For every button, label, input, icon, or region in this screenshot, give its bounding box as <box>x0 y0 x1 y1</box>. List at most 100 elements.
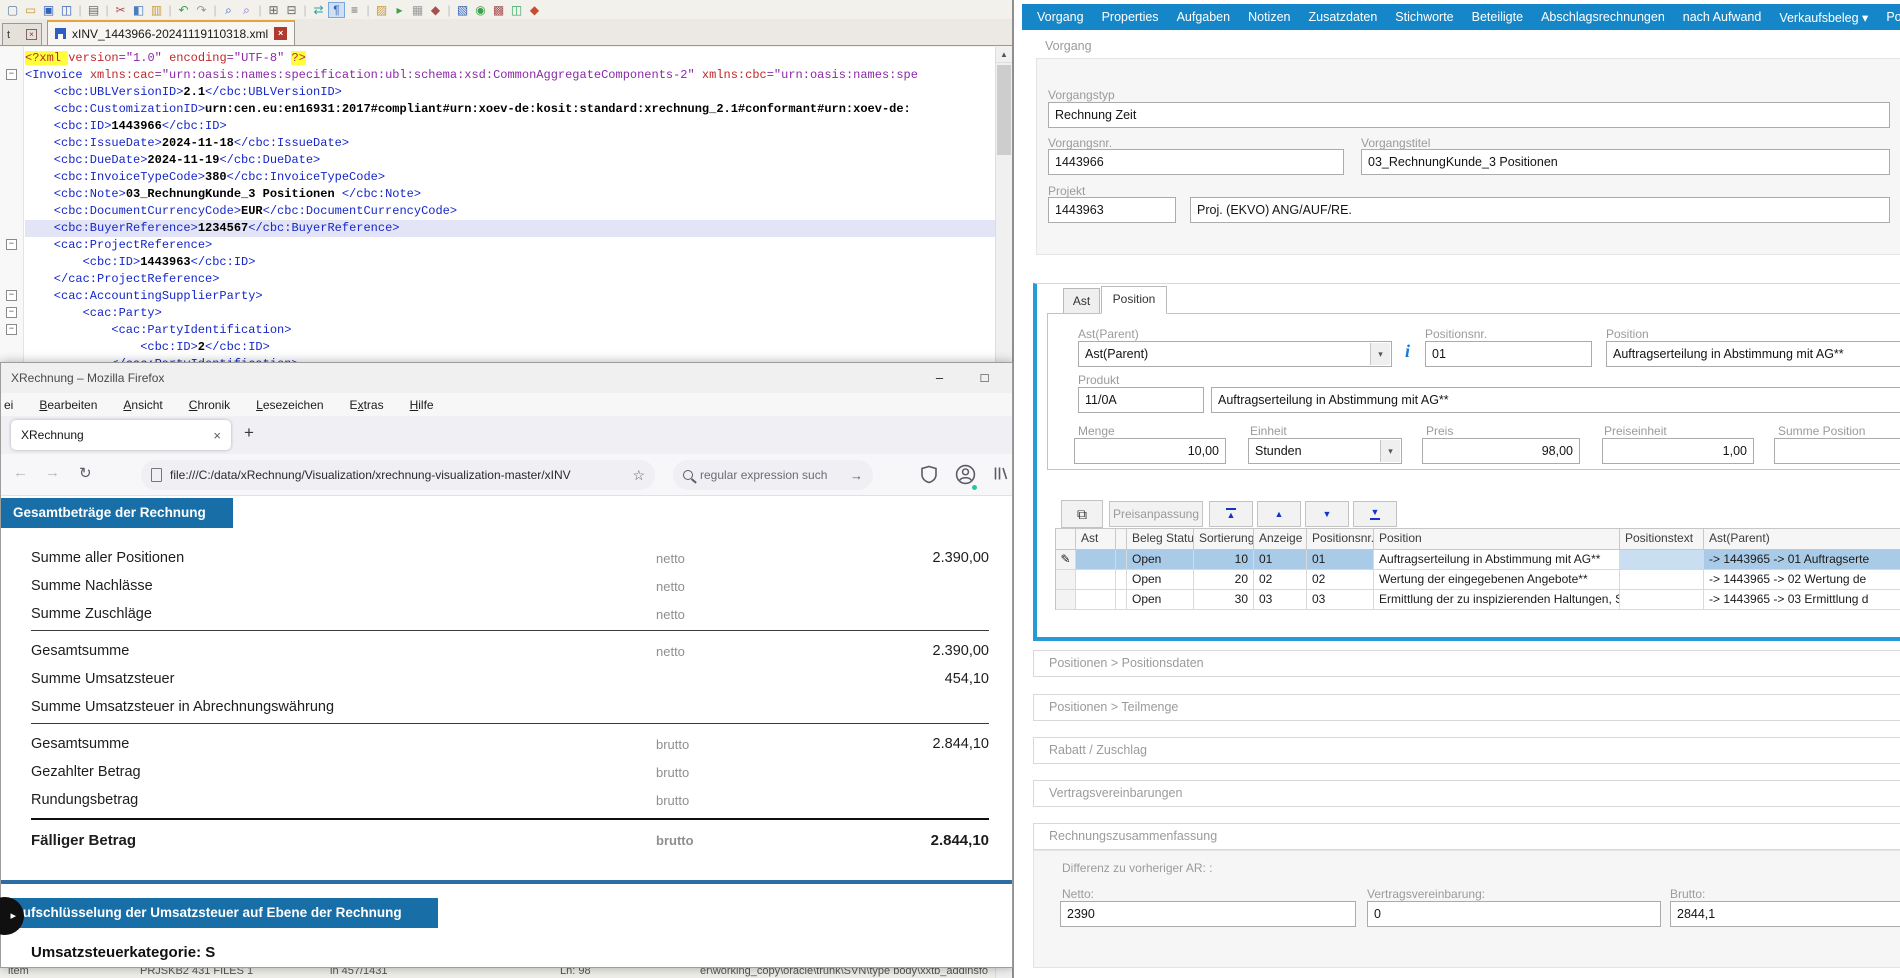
toolbar-icon[interactable]: ⌕ <box>220 2 237 18</box>
summe-position-field[interactable] <box>1774 438 1900 464</box>
toolbar-icon[interactable]: ⊞ <box>265 2 282 18</box>
toolbar-icon[interactable]: ⌕ <box>238 2 255 18</box>
menu-item-x[interactable]: Extras <box>350 398 384 412</box>
npp-active-tab[interactable]: xINV_1443966-20241119110318.xml × <box>47 20 295 45</box>
produkt-nr-field[interactable]: 11/0A <box>1078 387 1204 413</box>
copy-button[interactable]: ⧉ <box>1061 500 1103 528</box>
produkt-name-field[interactable]: Auftragserteilung in Abstimmung mit AG** <box>1211 387 1900 413</box>
search-bar[interactable]: regular expression such → <box>673 460 873 490</box>
einheit-dropdown[interactable]: Stunden ▾ <box>1248 438 1402 464</box>
bookmark-star-icon[interactable]: ☆ <box>632 467 645 484</box>
table-header-cell[interactable]: Anzeige <box>1254 529 1307 550</box>
shield-icon[interactable] <box>921 465 937 489</box>
accordion-positionen-teilmenge[interactable]: Positionen > Teilmenge <box>1033 694 1900 721</box>
back-icon[interactable]: ← <box>13 464 28 481</box>
toolbar-icon[interactable]: ◆ <box>526 2 543 18</box>
toolbar-icon[interactable]: ◫ <box>58 2 75 18</box>
netto-field[interactable]: 2390 <box>1060 901 1356 927</box>
toolbar-icon[interactable]: ▧ <box>454 2 471 18</box>
vertragsvereinbarung-field[interactable]: 0 <box>1367 901 1661 927</box>
tab-position[interactable]: Position <box>1101 286 1167 314</box>
url-bar[interactable]: file:///C:/data/xRechnung/Visualization/… <box>141 460 655 490</box>
scroll-up-icon[interactable]: ▲ <box>996 47 1012 63</box>
menu-item-a[interactable]: Ansicht <box>123 398 162 412</box>
table-row[interactable]: Open300303Ermittlung der zu inspizierend… <box>1056 590 1900 610</box>
info-icon[interactable]: i <box>1405 341 1410 362</box>
preis-field[interactable]: 98,00 <box>1422 438 1580 464</box>
toolbar-icon[interactable]: ▩ <box>490 2 507 18</box>
table-header-cell[interactable] <box>1056 529 1076 550</box>
reload-icon[interactable]: ↻ <box>79 464 92 482</box>
fold-collapse-icon[interactable]: − <box>6 324 17 335</box>
toolbar-icon[interactable]: ◉ <box>472 2 489 18</box>
chevron-down-icon[interactable]: ▾ <box>1370 343 1390 365</box>
fold-collapse-icon[interactable]: − <box>6 69 17 80</box>
toolbar-icon[interactable]: ▢ <box>4 2 21 18</box>
scrollbar-thumb[interactable] <box>997 65 1011 155</box>
toolbar-icon[interactable]: ▤ <box>85 2 102 18</box>
tab-ast[interactable]: Ast <box>1063 288 1100 314</box>
table-header-cell[interactable]: Positionstext <box>1620 529 1704 550</box>
minimize-button[interactable]: – <box>917 363 962 393</box>
table-header-cell[interactable]: Beleg Status <box>1127 529 1194 550</box>
table-row[interactable]: Open200202Wertung der eingegebenen Angeb… <box>1056 570 1900 590</box>
toolbar-icon[interactable]: ◧ <box>130 2 147 18</box>
library-icon[interactable] <box>993 465 1009 487</box>
table-row[interactable]: ✎Open100101Auftragserteilung in Abstimmu… <box>1056 550 1900 570</box>
close-icon[interactable]: × <box>213 428 221 443</box>
search-input[interactable]: regular expression such <box>700 468 843 482</box>
close-icon[interactable]: × <box>26 29 37 40</box>
forward-icon[interactable]: → <box>45 464 60 481</box>
toolbar-icon[interactable]: ▸ <box>391 2 408 18</box>
table-header-cell[interactable]: Sortierung <box>1194 529 1254 550</box>
toolbar-icon[interactable]: ≡ <box>346 2 363 18</box>
npp-tab-fragment[interactable]: t × <box>2 23 42 45</box>
table-header-cell[interactable]: Positionsnr. <box>1307 529 1374 550</box>
menu-item-c[interactable]: Chronik <box>189 398 230 412</box>
toolbar-icon[interactable]: ⇄ <box>310 2 327 18</box>
fold-collapse-icon[interactable]: − <box>6 290 17 301</box>
toolbar-icon[interactable]: ▦ <box>409 2 426 18</box>
move-top-button[interactable]: ▲ <box>1209 501 1253 527</box>
toolbar-icon[interactable]: ↶ <box>175 2 192 18</box>
account-icon[interactable] <box>955 464 976 490</box>
move-down-button[interactable]: ▼ <box>1305 501 1349 527</box>
move-bottom-button[interactable]: ▼ <box>1353 501 1397 527</box>
table-header-cell[interactable] <box>1116 529 1127 550</box>
chevron-down-icon[interactable]: ▾ <box>1380 440 1400 462</box>
ast-parent-dropdown[interactable]: Ast(Parent) ▾ <box>1078 341 1392 367</box>
brutto-field[interactable]: 2844,1 <box>1670 901 1900 927</box>
fold-collapse-icon[interactable]: − <box>6 307 17 318</box>
menu-item-l[interactable]: Lesezeichen <box>256 398 323 412</box>
preiseinheit-field[interactable]: 1,00 <box>1602 438 1754 464</box>
toolbar-icon[interactable]: ✂ <box>112 2 129 18</box>
move-up-button[interactable]: ▲ <box>1257 501 1301 527</box>
position-field[interactable]: Auftragserteilung in Abstimmung mit AG** <box>1606 341 1900 367</box>
preisanpassung-button[interactable]: Preisanpassung <box>1109 501 1203 527</box>
menu-item-h[interactable]: Hilfe <box>410 398 434 412</box>
toolbar-icon[interactable]: ▥ <box>148 2 165 18</box>
toolbar-icon[interactable]: ▨ <box>373 2 390 18</box>
firefox-titlebar[interactable]: XRechnung – Mozilla Firefox – □ <box>1 363 1012 393</box>
menge-field[interactable]: 10,00 <box>1074 438 1226 464</box>
accordion-positionen-positionsdaten[interactable]: Positionen > Positionsdaten <box>1033 650 1900 677</box>
positionsnr-field[interactable]: 01 <box>1425 341 1592 367</box>
toolbar-icon[interactable]: ◫ <box>508 2 525 18</box>
close-icon[interactable]: × <box>274 27 287 40</box>
toolbar-icon[interactable]: ◆ <box>427 2 444 18</box>
toolbar-icon[interactable]: ¶ <box>328 2 345 18</box>
table-header-cell[interactable]: Ast <box>1076 529 1116 550</box>
maximize-button[interactable]: □ <box>962 363 1007 393</box>
accordion-vertragsvereinbarungen[interactable]: Vertragsvereinbarungen <box>1033 780 1900 807</box>
menu-item-b[interactable]: Bearbeiten <box>39 398 97 412</box>
firefox-tab[interactable]: XRechnung × <box>11 420 231 450</box>
fold-collapse-icon[interactable]: − <box>6 239 17 250</box>
toolbar-icon[interactable]: ↷ <box>193 2 210 18</box>
menu-item-ei[interactable]: ei <box>4 398 13 412</box>
accordion-rabatt-zuschlag[interactable]: Rabatt / Zuschlag <box>1033 737 1900 764</box>
toolbar-icon[interactable]: ▣ <box>40 2 57 18</box>
toolbar-icon[interactable]: ⊟ <box>283 2 300 18</box>
table-header-cell[interactable]: Position <box>1374 529 1620 550</box>
search-go-icon[interactable]: → <box>850 468 863 483</box>
table-header-cell[interactable]: Ast(Parent) <box>1704 529 1900 550</box>
